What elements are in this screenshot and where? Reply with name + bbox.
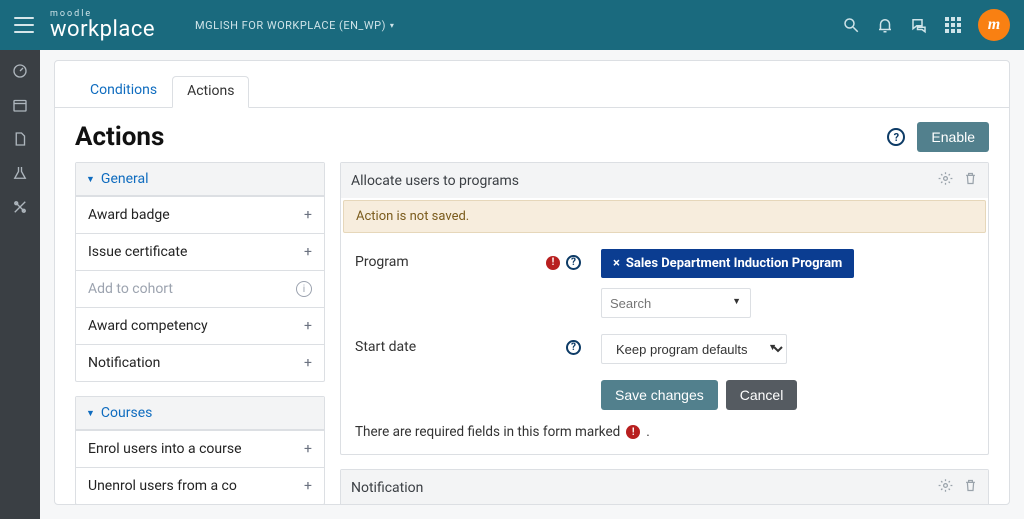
language-label: MGLISH FOR WORKPLACE (EN_WP): [195, 19, 386, 32]
add-icon: +: [304, 244, 312, 260]
pane-allocate-title: Allocate users to programs: [351, 173, 519, 189]
card: Conditions Actions Actions ? Enable ▼ Ge…: [54, 60, 1010, 505]
palette-item-label: Award badge: [88, 207, 170, 223]
help-icon[interactable]: ?: [566, 255, 581, 270]
add-icon: +: [304, 478, 312, 494]
body: ▼ General Award badge + Issue certificat…: [55, 162, 1009, 504]
required-icon: !: [626, 425, 640, 439]
info-icon[interactable]: i: [296, 281, 312, 297]
tab-conditions[interactable]: Conditions: [75, 75, 172, 107]
rail-file-icon[interactable]: [4, 124, 36, 154]
palette-item-award-competency[interactable]: Award competency +: [76, 307, 324, 344]
program-chip-label: Sales Department Induction Program: [626, 256, 842, 271]
palette-item-label: Enrol users into a course: [88, 441, 242, 457]
palette-item-unenrol-course[interactable]: Unenrol users from a co +: [76, 467, 324, 504]
palette-item-add-to-cohort: Add to cohort i: [76, 270, 324, 307]
group-courses: ▼ Courses Enrol users into a course + Un…: [75, 396, 325, 504]
logo: moodle workplace: [50, 10, 155, 41]
gear-icon[interactable]: [938, 478, 953, 497]
chevron-down-icon: ▼: [86, 174, 95, 185]
pane-allocate: Allocate users to programs Action is not…: [340, 162, 989, 455]
rail-lab-icon[interactable]: [4, 158, 36, 188]
language-picker[interactable]: MGLISH FOR WORKPLACE (EN_WP) ▾: [195, 19, 394, 32]
avatar[interactable]: m: [978, 9, 1010, 41]
palette-item-enrol-course[interactable]: Enrol users into a course +: [76, 430, 324, 467]
main-panes: Allocate users to programs Action is not…: [340, 162, 989, 504]
page-title: Actions: [75, 122, 164, 152]
messages-icon[interactable]: [902, 8, 936, 42]
palette-item-label: Award competency: [88, 318, 208, 334]
pane-notification: Notification Send notification 'Welcome …: [340, 469, 989, 504]
save-button[interactable]: Save changes: [601, 380, 718, 410]
button-row: Save changes Cancel: [587, 380, 988, 410]
rail-dashboard-icon[interactable]: [4, 56, 36, 86]
chevron-down-icon: ▼: [86, 408, 95, 419]
palette-item-notification[interactable]: Notification +: [76, 344, 324, 381]
group-general: ▼ General Award badge + Issue certificat…: [75, 162, 325, 382]
pane-allocate-body: Action is not saved. Program ! ? × Sales…: [341, 200, 988, 454]
enable-button[interactable]: Enable: [917, 122, 989, 152]
required-icon: !: [546, 256, 560, 270]
stage: Conditions Actions Actions ? Enable ▼ Ge…: [40, 50, 1024, 519]
program-label: Program: [355, 249, 545, 270]
palette-item-label: Unenrol users from a co: [88, 478, 237, 494]
left-rail: [0, 50, 40, 519]
pane-notification-title: Notification: [351, 480, 423, 496]
row-start-date: Start date ? Keep program defaults: [341, 334, 988, 364]
tab-actions[interactable]: Actions: [172, 76, 249, 108]
rail-tools-icon[interactable]: [4, 192, 36, 222]
tabs: Conditions Actions: [55, 61, 1009, 108]
start-date-label: Start date: [355, 334, 545, 355]
start-date-select[interactable]: Keep program defaults: [601, 334, 787, 364]
app-bar: moodle workplace MGLISH FOR WORKPLACE (E…: [0, 0, 1024, 50]
group-general-title: General: [101, 171, 149, 187]
pane-allocate-head: Allocate users to programs: [341, 163, 988, 198]
add-icon: +: [304, 318, 312, 334]
gear-icon[interactable]: [938, 171, 953, 190]
add-icon: +: [304, 355, 312, 371]
row-program: Program ! ? × Sales Department Induction…: [341, 249, 988, 318]
program-chip[interactable]: × Sales Department Induction Program: [601, 249, 854, 278]
caret-down-icon: ▾: [390, 21, 395, 30]
apps-icon[interactable]: [936, 8, 970, 42]
period: .: [646, 424, 650, 440]
group-general-head[interactable]: ▼ General: [76, 163, 324, 196]
page-header: Actions ? Enable: [55, 108, 1009, 162]
palette-item-label: Issue certificate: [88, 244, 187, 260]
palette-item-label: Notification: [88, 355, 160, 371]
add-icon: +: [304, 207, 312, 223]
trash-icon[interactable]: [963, 171, 978, 190]
help-icon[interactable]: ?: [566, 340, 581, 355]
cancel-button[interactable]: Cancel: [726, 380, 798, 410]
chip-remove-icon[interactable]: ×: [613, 256, 620, 271]
palette: ▼ General Award badge + Issue certificat…: [75, 162, 325, 504]
help-icon[interactable]: ?: [887, 128, 905, 146]
rail-calendar-icon[interactable]: [4, 90, 36, 120]
add-icon: +: [304, 441, 312, 457]
hamburger-menu-icon[interactable]: [14, 17, 34, 33]
search-icon[interactable]: [834, 8, 868, 42]
bell-icon[interactable]: [868, 8, 902, 42]
palette-item-issue-certificate[interactable]: Issue certificate +: [76, 233, 324, 270]
pane-notification-head: Notification: [341, 470, 988, 504]
group-courses-title: Courses: [101, 405, 152, 421]
required-note: There are required fields in this form m…: [341, 410, 988, 440]
trash-icon[interactable]: [963, 478, 978, 497]
warning-banner: Action is not saved.: [343, 200, 986, 233]
program-search-input[interactable]: [601, 288, 751, 318]
logo-bottom: workplace: [50, 19, 155, 41]
palette-item-label: Add to cohort: [88, 281, 173, 297]
group-courses-head[interactable]: ▼ Courses: [76, 397, 324, 430]
palette-item-award-badge[interactable]: Award badge +: [76, 196, 324, 233]
required-note-text: There are required fields in this form m…: [355, 424, 620, 440]
